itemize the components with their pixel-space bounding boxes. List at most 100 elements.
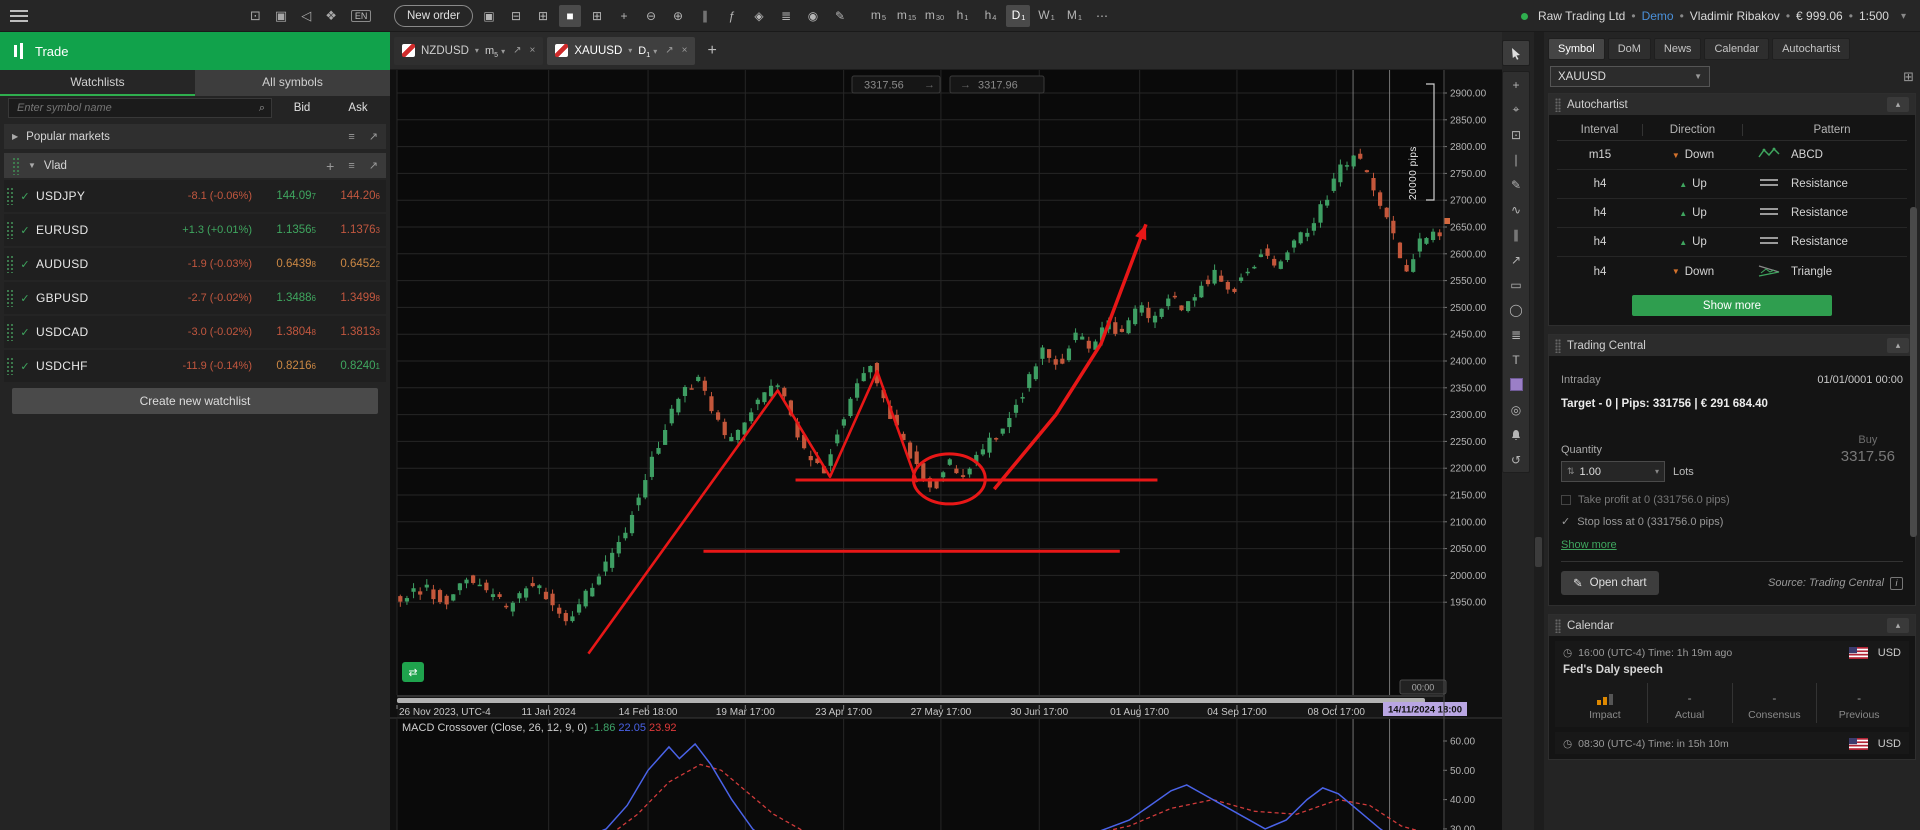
panel-resize-handle[interactable]: [1535, 537, 1542, 567]
chart-tab-XAUUSD[interactable]: XAUUSD▾D1 ▾↗×: [547, 37, 695, 65]
visibility-icon[interactable]: ◉: [802, 5, 824, 27]
split-view-icon[interactable]: ⊞: [586, 5, 608, 27]
popout-icon[interactable]: ↗: [665, 45, 673, 56]
vertical-line-icon[interactable]: ∣: [1503, 147, 1529, 172]
crosshair-icon[interactable]: +: [1503, 72, 1529, 97]
tab-all-symbols[interactable]: All symbols: [195, 70, 390, 96]
drag-handle[interactable]: [1555, 98, 1561, 112]
tab-timeframe[interactable]: m5 ▾: [485, 45, 505, 57]
chart-mode-icon[interactable]: ▣: [478, 5, 500, 27]
language-badge[interactable]: EN: [351, 10, 372, 22]
tab-news[interactable]: News: [1654, 38, 1702, 60]
text-tool-icon[interactable]: T: [1503, 347, 1529, 372]
calendar-event[interactable]: ◷08:30 (UTC-4) Time: in 15h 10mUSD: [1555, 732, 1909, 754]
info-icon[interactable]: i: [1890, 577, 1903, 590]
timeframe-W1[interactable]: W1: [1034, 5, 1058, 27]
tab-timeframe[interactable]: D1 ▾: [638, 45, 657, 57]
watchlist-row-GBPUSD[interactable]: ✓GBPUSD-2.7 (-0.02%)1.348861.34998: [4, 282, 386, 314]
tab-symbol[interactable]: Symbol: [1548, 38, 1605, 60]
price-chart[interactable]: 2900.002850.002800.002750.002700.002650.…: [390, 70, 1502, 830]
close-icon[interactable]: ×: [529, 45, 535, 56]
quantity-stepper[interactable]: ⇅ 1.00 ▾: [1561, 461, 1665, 482]
chart-expand-button[interactable]: ⇄: [402, 662, 424, 682]
timeframe-M1[interactable]: M1: [1062, 5, 1086, 27]
color-swatch[interactable]: [1503, 372, 1529, 397]
watchlist-row-USDCAD[interactable]: ✓USDCAD-3.0 (-0.02%)1.380481.38133: [4, 316, 386, 348]
alert-bell-icon[interactable]: [1503, 422, 1529, 447]
sound-icon[interactable]: ◁: [301, 8, 311, 24]
target-icon[interactable]: ⌖: [1503, 97, 1529, 122]
collapse-icon[interactable]: ▴: [1887, 97, 1909, 112]
collapse-icon[interactable]: ▴: [1887, 338, 1909, 353]
stepper-arrows-icon[interactable]: ⇅: [1567, 466, 1575, 477]
zoom-out-icon[interactable]: ⊖: [640, 5, 662, 27]
rectangle-icon[interactable]: ▭: [1503, 272, 1529, 297]
tab-autochartist[interactable]: Autochartist: [1772, 38, 1850, 60]
plugins-icon[interactable]: ❖: [325, 8, 337, 24]
drag-handle[interactable]: [1555, 619, 1561, 633]
stop-loss-checkbox[interactable]: ✓ Stop loss at 0 (331756.0 pips): [1561, 515, 1903, 528]
chart-settings-icon[interactable]: ✎: [829, 5, 851, 27]
timeframe-m5[interactable]: m5: [866, 5, 890, 27]
chart-tab-NZDUSD[interactable]: NZDUSD▾m5 ▾↗×: [394, 37, 543, 65]
layers-icon[interactable]: ≣: [775, 5, 797, 27]
single-view-icon[interactable]: ■: [559, 5, 581, 27]
scrollbar-thumb[interactable]: [1910, 207, 1917, 537]
drag-handle[interactable]: [6, 357, 14, 375]
ellipse-icon[interactable]: ◯: [1503, 297, 1529, 322]
smart-arrow-icon[interactable]: ↗: [1503, 247, 1529, 272]
trend-lines-icon[interactable]: ∥: [1503, 222, 1529, 247]
drag-handle[interactable]: [6, 187, 14, 205]
cursor-tool-icon[interactable]: [1502, 40, 1530, 66]
popout-icon[interactable]: ↗: [513, 45, 521, 56]
fibonacci-icon[interactable]: ≣: [1503, 322, 1529, 347]
drag-handle[interactable]: [6, 255, 14, 273]
timeframe-h4[interactable]: h4: [978, 5, 1002, 27]
timeframe-m30[interactable]: m30: [922, 5, 946, 27]
popular-markets-row[interactable]: ▶ Popular markets ≡ ↗: [4, 124, 386, 149]
timeframe-h1[interactable]: h1: [950, 5, 974, 27]
watchlist-group-row[interactable]: ▼ Vlad + ≡ ↗: [4, 153, 386, 178]
tab-watchlists[interactable]: Watchlists: [0, 70, 195, 96]
grid-view-icon[interactable]: ⊞: [532, 5, 554, 27]
autochartist-row[interactable]: h4▲UpResistance: [1557, 199, 1907, 228]
functions-icon[interactable]: ƒ: [721, 5, 743, 27]
popout-icon[interactable]: ↗: [369, 159, 378, 172]
indicators-icon[interactable]: ∥: [694, 5, 716, 27]
list-icon[interactable]: ≡: [348, 131, 354, 143]
buy-button-disabled[interactable]: Buy 3317.56: [1841, 434, 1895, 465]
autochartist-row[interactable]: h4▼DownTriangle: [1557, 257, 1907, 286]
pencil-icon[interactable]: ✎: [1503, 172, 1529, 197]
add-symbol-icon[interactable]: +: [326, 158, 334, 174]
new-order-button[interactable]: New order: [394, 5, 473, 27]
autochartist-row[interactable]: h4▲UpResistance: [1557, 228, 1907, 257]
drag-handle[interactable]: [6, 289, 14, 307]
watchlist-row-USDJPY[interactable]: ✓USDJPY-8.1 (-0.06%)144.097144.206: [4, 180, 386, 212]
open-chart-button[interactable]: ✎ Open chart: [1561, 571, 1659, 595]
fullscreen-icon[interactable]: ⊡: [250, 8, 261, 24]
list-icon[interactable]: ≡: [348, 160, 354, 172]
watchlist-row-EURUSD[interactable]: ✓EURUSD+1.3 (+0.01%)1.135651.13763: [4, 214, 386, 246]
account-selector[interactable]: Raw Trading Ltd• Demo• Vladimir Ribakov•…: [1521, 0, 1906, 32]
windows-icon[interactable]: ▣: [275, 8, 287, 24]
timeframe-D1[interactable]: D1: [1006, 5, 1030, 27]
workspace-layout-icon[interactable]: ⊟: [505, 5, 527, 27]
tab-dom[interactable]: DoM: [1608, 38, 1651, 60]
autochartist-show-more-button[interactable]: Show more: [1632, 295, 1832, 316]
symbol-search-input[interactable]: [8, 98, 272, 118]
replay-icon[interactable]: ↺: [1503, 447, 1529, 472]
autochartist-row[interactable]: m15▼DownABCD: [1557, 141, 1907, 170]
drag-handle[interactable]: [1555, 339, 1561, 353]
bots-icon[interactable]: ◈: [748, 5, 770, 27]
add-chart-tab-button[interactable]: +: [699, 42, 724, 60]
autochartist-row[interactable]: h4▲UpResistance: [1557, 170, 1907, 199]
add-chart-icon[interactable]: +: [613, 5, 635, 27]
watchlist-row-USDCHF[interactable]: ✓USDCHF-11.9 (-0.14%)0.821660.82401: [4, 350, 386, 382]
watchlist-row-AUDUSD[interactable]: ✓AUDUSD-1.9 (-0.03%)0.643980.64522: [4, 248, 386, 280]
collapse-icon[interactable]: ▴: [1887, 618, 1909, 633]
zoom-in-icon[interactable]: ⊕: [667, 5, 689, 27]
popout-icon[interactable]: ↗: [369, 130, 378, 143]
chart-scrollbar[interactable]: [397, 698, 1425, 703]
main-menu-icon[interactable]: [0, 0, 38, 32]
create-watchlist-button[interactable]: Create new watchlist: [12, 388, 378, 414]
